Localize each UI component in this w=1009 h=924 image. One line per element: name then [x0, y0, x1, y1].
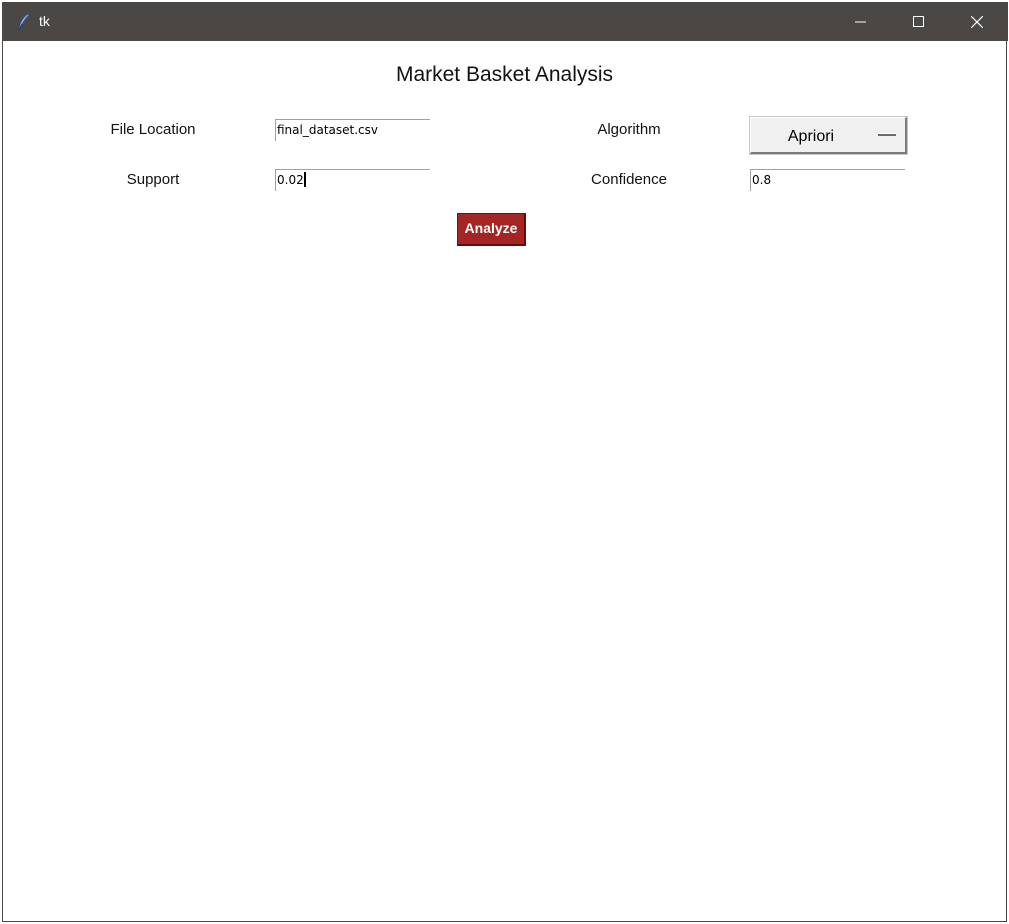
- algorithm-label: Algorithm: [597, 121, 661, 138]
- support-value: 0.02: [277, 173, 304, 187]
- support-input[interactable]: 0.02: [275, 169, 430, 191]
- algorithm-dropdown[interactable]: Apriori: [750, 117, 907, 154]
- support-label: Support: [126, 171, 180, 188]
- dropdown-indicator-icon: [878, 133, 896, 136]
- analyze-button[interactable]: Analyze: [457, 213, 526, 246]
- maximize-button[interactable]: [896, 2, 942, 41]
- maximize-icon: [913, 16, 924, 27]
- client-area: Market Basket Analysis File Location fin…: [3, 41, 1006, 921]
- title-bar[interactable]: tk: [3, 2, 1008, 41]
- minimize-button[interactable]: [838, 2, 884, 41]
- app-window: tk Market Basket Analysis File Location …: [2, 2, 1008, 922]
- file-location-value: final_dataset.csv: [277, 123, 378, 137]
- window-title: tk: [39, 13, 50, 29]
- close-icon: [971, 16, 983, 28]
- confidence-input[interactable]: 0.8: [750, 169, 905, 191]
- file-location-input[interactable]: final_dataset.csv: [275, 119, 430, 141]
- confidence-value: 0.8: [752, 173, 772, 187]
- file-location-label: File Location: [110, 121, 196, 138]
- page-title: Market Basket Analysis: [395, 63, 614, 86]
- close-button[interactable]: [954, 2, 1000, 41]
- minimize-icon: [855, 21, 866, 23]
- confidence-label: Confidence: [591, 171, 667, 188]
- text-cursor: [303, 172, 306, 187]
- feather-icon: [17, 13, 31, 31]
- algorithm-selected-value: Apriori: [787, 128, 835, 145]
